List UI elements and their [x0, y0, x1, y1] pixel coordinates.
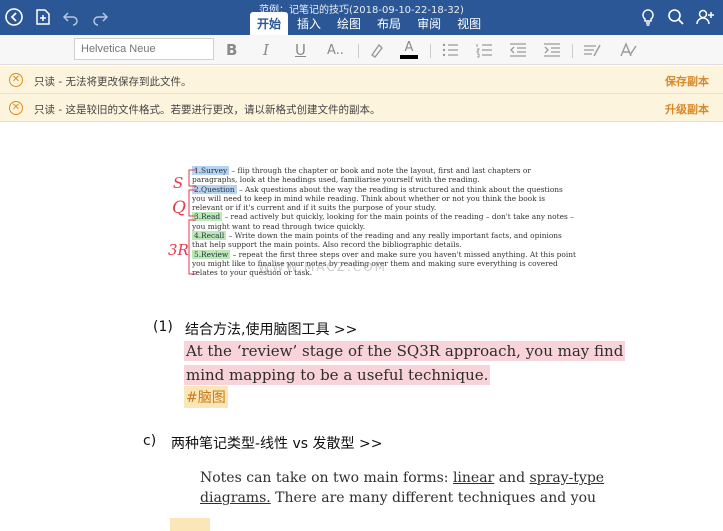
tab-layout[interactable]: 布局	[370, 12, 408, 37]
highlighted-line: At the ‘review’ stage of the SQ3R approa…	[184, 341, 626, 361]
close-icon[interactable]: ✕	[9, 73, 23, 87]
toolbar-divider	[572, 44, 573, 58]
save-copy-button[interactable]: 保存副本	[665, 73, 709, 89]
toolbar-divider	[358, 44, 359, 58]
read-text: – read actively but quickly, looking for…	[192, 212, 574, 231]
notes-underlined: linear	[452, 470, 495, 486]
question-paragraph: 2.Question – Ask questions about the way…	[192, 184, 578, 213]
notes-underlined: diagrams.	[200, 490, 271, 506]
file-menu-icon[interactable]	[33, 7, 53, 27]
section-number: (1)	[153, 319, 173, 335]
handwritten-s: S	[173, 174, 184, 192]
font-color-button[interactable]: A	[399, 40, 419, 60]
back-icon[interactable]	[4, 7, 24, 27]
tab-draw[interactable]: 绘图	[330, 12, 368, 37]
readonly-notice: ✕ 只读 - 无法将更改保存到此文件。 保存副本	[0, 66, 723, 94]
font-size-button[interactable]: A..	[327, 40, 344, 60]
notice-message: 只读 - 无法将更改保存到此文件。	[34, 76, 192, 88]
handwritten-brackets	[188, 169, 196, 275]
question-label: 2.Question	[192, 184, 237, 194]
tag-label	[170, 518, 210, 531]
notes-text: Notes can take on two main forms:	[200, 470, 453, 486]
section-number: c)	[143, 433, 157, 449]
highlighter-icon[interactable]	[367, 40, 387, 60]
format-toolbar: B I U A.. A	[0, 35, 723, 65]
italic-button[interactable]: I	[263, 40, 269, 60]
numbered-list-icon[interactable]	[474, 40, 494, 60]
undo-icon[interactable]	[61, 7, 81, 27]
paragraph-style-icon[interactable]	[582, 40, 602, 60]
redo-icon[interactable]	[90, 7, 110, 27]
font-family-input[interactable]	[74, 38, 214, 60]
read-paragraph: 3.Read – read actively but quickly, look…	[192, 212, 578, 231]
notes-line: diagrams. There are many different techn…	[200, 490, 596, 506]
text-styles-icon[interactable]	[618, 40, 638, 60]
notes-text: and	[494, 470, 530, 486]
top-bar: 范例：记笔记的技巧(2018-09-10-22-18-32) 开始 插入 绘图 …	[0, 0, 723, 37]
toolbar-divider	[430, 44, 431, 58]
tab-home[interactable]: 开始	[250, 12, 289, 37]
handwritten-q: Q	[172, 198, 186, 218]
recall-text: – Write down the main points of the read…	[192, 231, 562, 250]
search-icon[interactable]	[666, 7, 686, 27]
highlighted-line: mind mapping to be a useful technique.	[184, 365, 491, 385]
section-title: 结合方法,使用脑图工具 >>	[185, 322, 358, 338]
notes-line: Notes can take on two main forms: linear…	[200, 470, 604, 486]
bold-button[interactable]: B	[226, 40, 237, 60]
section-title: 两种笔记类型-线性 vs 发散型 >>	[171, 436, 383, 452]
survey-text: – flip through the chapter or book and n…	[192, 166, 531, 185]
recall-paragraph: 4.Recall – Write down the main points of…	[192, 231, 578, 250]
add-user-icon[interactable]	[695, 7, 715, 27]
ribbon-tabs: 开始 插入 绘图 布局 审阅 视图	[250, 12, 490, 37]
notice-message: 只读 - 这是较旧的文件格式。若要进行更改，请以新格式创建文件的副本。	[34, 104, 381, 116]
bullet-list-icon[interactable]	[440, 40, 460, 60]
close-icon[interactable]: ✕	[9, 101, 23, 115]
watermark: WWW.MACZ.COM	[258, 260, 387, 274]
lightbulb-icon[interactable]	[638, 7, 658, 27]
tag-label[interactable]: #脑图	[184, 386, 228, 408]
underline-button[interactable]: U	[295, 40, 306, 60]
tab-view[interactable]: 视图	[450, 12, 488, 37]
decrease-indent-icon[interactable]	[508, 40, 528, 60]
tab-review[interactable]: 审阅	[410, 12, 448, 37]
font-color-swatch	[400, 55, 418, 59]
question-text: – Ask questions about the way the readin…	[192, 184, 563, 213]
document-canvas[interactable]: 1.Survey – flip through the chapter or b…	[0, 122, 723, 531]
tab-insert[interactable]: 插入	[290, 12, 328, 37]
upgrade-copy-button[interactable]: 升级副本	[665, 101, 709, 117]
notes-underlined: spray-type	[529, 470, 605, 486]
increase-indent-icon[interactable]	[542, 40, 562, 60]
old-format-notice: ✕ 只读 - 这是较旧的文件格式。若要进行更改，请以新格式创建文件的副本。 升级…	[0, 94, 723, 122]
font-color-label: A	[404, 40, 414, 55]
survey-paragraph: 1.Survey – flip through the chapter or b…	[192, 166, 578, 185]
notes-text: There are many different techniques and …	[270, 490, 597, 506]
